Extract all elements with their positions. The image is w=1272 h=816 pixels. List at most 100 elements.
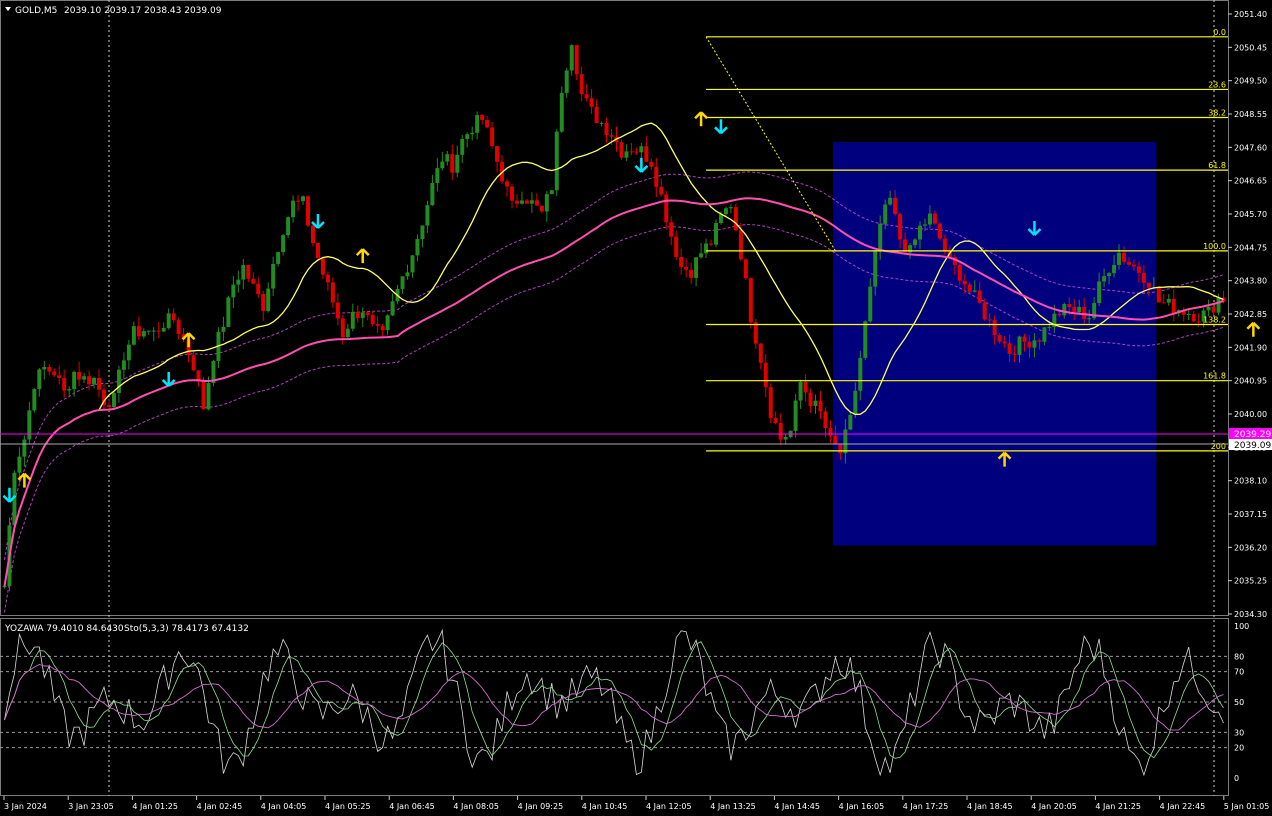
candle-body [962, 280, 967, 285]
stochastic-readout: Sto(5,3,3) 78.4173 67.4132 [124, 624, 249, 634]
candle-body [445, 154, 450, 162]
candle-body [977, 290, 982, 303]
price-tick-label: 2036.20 [1234, 543, 1267, 552]
candle-body [619, 142, 624, 158]
symbol-title: GOLD,M5 [15, 6, 57, 16]
candle-body [1146, 282, 1151, 288]
candle-body [92, 377, 97, 385]
candle-body [738, 230, 743, 260]
candle-body [918, 225, 922, 240]
candle-body [783, 436, 788, 440]
candle-body [833, 435, 838, 445]
candle-body [768, 387, 773, 418]
candle-body [241, 265, 246, 280]
oscillator-tick-label: 50 [1234, 698, 1244, 707]
candle-body [480, 115, 485, 120]
candle-body [1216, 297, 1221, 313]
candle-body [639, 146, 644, 153]
candle-body [674, 236, 679, 258]
candle-body [485, 119, 490, 128]
chevron-down-icon[interactable] [5, 7, 11, 11]
candle-body [495, 145, 500, 162]
candle-body [684, 266, 689, 270]
candle-body [410, 255, 415, 273]
candle-body [176, 320, 181, 335]
candle-body [301, 196, 306, 202]
candle-body [709, 243, 714, 245]
candle-body [649, 161, 654, 167]
candle-body [798, 381, 803, 401]
candle-body [256, 283, 261, 295]
candle-body [898, 214, 903, 240]
candle-body [748, 278, 753, 323]
candle-body [350, 311, 355, 329]
candle-body [669, 222, 674, 237]
candle-body [221, 326, 226, 332]
candle-body [400, 276, 405, 289]
candle-body [753, 322, 758, 344]
candle-body [629, 151, 634, 153]
candle-body [838, 444, 843, 454]
price-tick-label: 2037.15 [1234, 510, 1267, 519]
candle-body [1077, 307, 1082, 313]
price-chart[interactable]: 0.023.638.261.8100.0138.2161.8200 GOLD,M… [0, 0, 1272, 816]
candle-body [679, 257, 684, 267]
price-tick-label: 2042.85 [1234, 310, 1267, 319]
price-tick-label: 2034.30 [1234, 610, 1267, 619]
oscillator-tick-label: 30 [1234, 728, 1244, 737]
candle-body [246, 265, 251, 279]
candle-body [320, 257, 325, 275]
time-tick-label: 4 Jan 09:25 [518, 802, 564, 811]
oscillator-levels: 100 80 70 50 30 20 0 [0, 622, 1249, 783]
time-tick-label: 4 Jan 04:05 [261, 802, 307, 811]
candle-body [689, 269, 694, 278]
time-tick-label: 3 Jan 23:05 [68, 802, 114, 811]
candle-body [1057, 313, 1062, 316]
candle-body [1166, 298, 1171, 303]
candle-body [450, 154, 455, 173]
indicator-name: YOZAWA 79.4010 84.6430 [4, 624, 124, 634]
candle-body [17, 456, 22, 473]
candle-body [1097, 281, 1102, 304]
candle-body [52, 371, 57, 376]
candle-body [1136, 266, 1141, 273]
time-axis: 3 Jan 2024 3 Jan 23:05 4 Jan 01:25 4 Jan 02… [3, 796, 1269, 811]
candle-body [1117, 252, 1122, 265]
candle-body [1171, 298, 1176, 314]
candle-body [340, 318, 345, 338]
candle-body [569, 45, 574, 71]
candle-body [549, 190, 554, 195]
time-tick-label: 4 Jan 20:05 [1031, 802, 1077, 811]
candle-body [116, 369, 121, 394]
candle-body [718, 214, 723, 223]
fib-level-label: 38.2 [1208, 109, 1226, 118]
candle-body [1186, 313, 1191, 315]
candle-body [733, 207, 738, 231]
time-tick-label: 4 Jan 01:25 [132, 802, 178, 811]
candle-body [514, 200, 519, 204]
candle-body [141, 331, 146, 337]
candle-body [813, 400, 818, 406]
candle-body [1007, 343, 1012, 354]
candle-body [390, 301, 395, 316]
candle-body [261, 294, 266, 311]
fib-trend-line[interactable] [705, 36, 836, 252]
candle-body [883, 204, 888, 224]
candle-body [271, 263, 276, 289]
candle-body [490, 127, 495, 146]
candle-body [226, 297, 231, 327]
price-tick-label: 2045.70 [1234, 210, 1267, 219]
candle-body [942, 238, 947, 252]
price-tick-label: 2035.25 [1234, 577, 1267, 586]
candle-body [57, 375, 62, 378]
candle-body [559, 92, 564, 132]
candle-body [728, 207, 733, 209]
candle-body [539, 205, 544, 212]
candle-body [594, 106, 599, 124]
candle-body [564, 70, 569, 93]
candle-body [1196, 321, 1201, 323]
candle-body [281, 235, 286, 253]
current-price-label: 2039.09 [1234, 441, 1271, 451]
candle-body [67, 389, 72, 391]
stochastic-main-line [4, 641, 1224, 759]
